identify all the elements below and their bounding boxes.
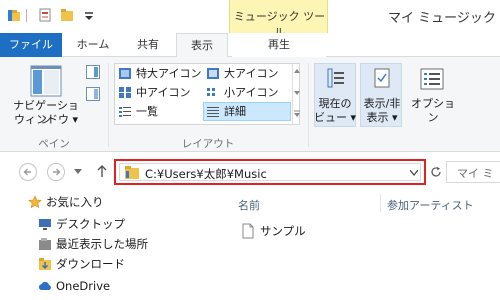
layout-group-label: レイアウト — [181, 138, 235, 150]
download-folder-icon — [39, 258, 51, 270]
qa-separator — [26, 9, 27, 22]
layout-item-label: 特大アイコン — [136, 67, 202, 80]
column-separator[interactable] — [380, 194, 381, 212]
address-highlight: C:¥Users¥太郎¥Music — [114, 159, 426, 185]
gallery-expand-icon[interactable] — [294, 110, 300, 118]
layout-medium-icons[interactable]: 中アイコン — [116, 84, 202, 101]
address-path[interactable]: C:¥Users¥太郎¥Music — [145, 166, 267, 182]
layout-extra-large-icons[interactable]: 特大アイコン — [116, 65, 202, 82]
search-input[interactable]: マイ ミ — [446, 161, 500, 183]
customize-toolbar-icon[interactable] — [82, 8, 96, 22]
ribbon-tab-bar: ファイル ホーム 共有 表示 再生 — [0, 33, 500, 58]
music-folder-icon — [125, 166, 139, 179]
file-icon — [242, 223, 254, 239]
desktop-icon — [39, 219, 51, 230]
title-bar: ミュージック ツール マイ ミュージック — [0, 0, 500, 39]
scroll-up-icon[interactable] — [294, 68, 300, 74]
new-folder-icon[interactable] — [60, 8, 74, 22]
nav-item-label: OneDrive — [56, 279, 111, 293]
show-hide-label[interactable]: 表示/非 — [358, 97, 406, 111]
folder-app-icon — [8, 10, 20, 21]
back-arrow-icon — [23, 168, 31, 176]
nav-item-onedrive[interactable]: OneDrive — [36, 276, 110, 296]
forward-button[interactable] — [47, 163, 65, 181]
cloud-icon — [38, 281, 51, 290]
column-header-name[interactable]: 名前 — [238, 197, 260, 213]
preview-pane-icon[interactable] — [86, 65, 100, 79]
nav-item-label: デスクトップ — [56, 217, 125, 231]
tab-play[interactable]: 再生 — [232, 33, 326, 57]
properties-icon[interactable] — [38, 8, 52, 22]
scroll-down-icon[interactable] — [294, 90, 300, 96]
current-view-label[interactable]: 現在の — [310, 97, 360, 111]
column-header-artist[interactable]: 参加アーティスト — [387, 197, 474, 213]
layout-small-icons[interactable]: 小アイコン — [204, 84, 290, 101]
layout-gallery: 特大アイコン 大アイコン 中アイコン 小アイコン 一覧 詳細 — [114, 63, 300, 125]
nav-item-label: ダウンロード — [56, 257, 125, 271]
context-tab-band: ミュージック ツール — [229, 0, 328, 39]
ribbon: ナビゲーション ウィンドウ ▾ ペイン 特大アイコン 大アイコン 中アイコン 小… — [0, 57, 500, 152]
address-dropdown-icon[interactable] — [410, 170, 418, 176]
navigation-pane-label-2[interactable]: ウィンドウ ▾ — [10, 113, 82, 127]
tab-view[interactable]: 表示 — [176, 33, 228, 58]
current-view-icon — [327, 68, 344, 88]
small-icons-icon — [207, 88, 215, 96]
layout-large-icons[interactable]: 大アイコン — [204, 65, 290, 82]
file-name: サンプル — [260, 224, 306, 238]
list-icon — [119, 107, 131, 117]
options-label[interactable]: オプション — [408, 97, 458, 125]
layout-details[interactable]: 詳細 — [203, 102, 291, 121]
recent-locations-icon[interactable] — [74, 169, 82, 175]
navigation-pane: お気に入り デスクトップ 最近表示した場所 ダウンロード OneDrive — [0, 190, 232, 300]
layout-item-label: 大アイコン — [224, 67, 279, 80]
navigation-bar: C:¥Users¥太郎¥Music マイ ミ — [0, 152, 500, 190]
forward-arrow-icon — [53, 168, 61, 176]
large-icons-icon — [207, 68, 219, 79]
group-separator — [308, 63, 309, 147]
layout-item-label: 詳細 — [224, 105, 246, 118]
current-view-label-2[interactable]: ビュー ▾ — [310, 111, 360, 125]
layout-list[interactable]: 一覧 — [116, 103, 202, 120]
recent-places-icon — [39, 238, 51, 250]
window-title: マイ ミュージック — [388, 11, 496, 26]
layout-item-label: 小アイコン — [224, 86, 279, 99]
refresh-icon[interactable] — [430, 166, 442, 178]
star-icon — [28, 195, 42, 209]
navigation-pane-icon[interactable] — [30, 65, 62, 97]
file-row[interactable]: サンプル — [240, 222, 306, 240]
layout-item-label: 一覧 — [136, 105, 158, 118]
medium-icons-icon — [119, 87, 131, 98]
options-icon[interactable] — [420, 67, 444, 91]
up-arrow-icon[interactable] — [96, 164, 108, 178]
layout-item-label: 中アイコン — [136, 86, 191, 99]
pane-group-label: ペイン — [38, 138, 70, 150]
nav-item-label: お気に入り — [46, 195, 104, 209]
tab-home[interactable]: ホーム — [68, 33, 118, 57]
details-pane-icon[interactable] — [86, 87, 100, 101]
file-list: 名前 参加アーティスト サンプル — [232, 190, 500, 300]
show-hide-icon — [374, 68, 390, 88]
tab-file[interactable]: ファイル — [0, 33, 62, 57]
nav-item-downloads[interactable]: ダウンロード — [36, 254, 125, 274]
details-icon — [207, 107, 219, 117]
tab-share[interactable]: 共有 — [124, 33, 172, 57]
layout-scroll[interactable] — [292, 64, 300, 124]
back-button[interactable] — [19, 163, 37, 181]
nav-item-recent-places[interactable]: 最近表示した場所 — [36, 234, 148, 254]
show-hide-label-2[interactable]: 表示 ▾ — [358, 111, 406, 125]
address-bar[interactable]: C:¥Users¥太郎¥Music — [119, 163, 421, 181]
nav-item-label: 最近表示した場所 — [56, 237, 148, 251]
nav-item-desktop[interactable]: デスクトップ — [36, 214, 125, 234]
nav-item-favorites[interactable]: お気に入り — [26, 192, 104, 212]
extra-large-icons-icon — [119, 68, 131, 79]
search-placeholder: マイ ミ — [457, 167, 494, 180]
group-separator — [108, 63, 109, 147]
